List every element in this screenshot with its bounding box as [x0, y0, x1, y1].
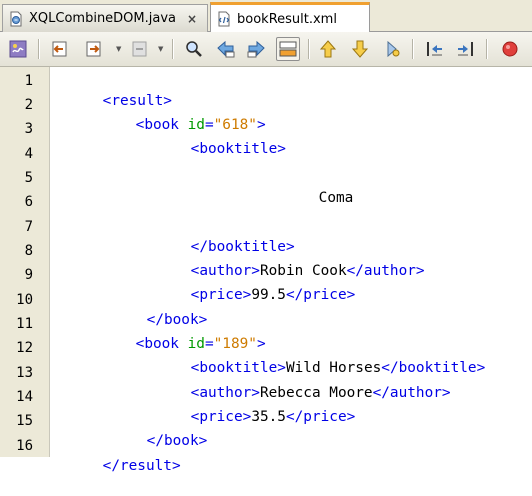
line-number: 15 — [16, 413, 33, 429]
back-icon — [52, 41, 67, 57]
disabled-icon — [132, 41, 147, 57]
previous-bookmark-button[interactable] — [316, 37, 340, 61]
disabled-button[interactable] — [128, 37, 152, 61]
stop-macro-icon — [502, 41, 518, 57]
code-line: Coma — [284, 168, 354, 206]
xml-text: 99.5 — [251, 287, 286, 303]
line-number: 1 — [24, 73, 33, 89]
back-button[interactable] — [48, 37, 72, 61]
find-icon — [186, 41, 202, 57]
line-number: 2 — [24, 97, 33, 113]
editor-tab-bar: XQLCombineDOM.java × bookResult.xml — [0, 0, 532, 33]
code-line: <author>Robin Cook</author> — [156, 241, 425, 279]
tab-bookresult-xml[interactable]: bookResult.xml — [210, 2, 370, 33]
find-previous-icon — [217, 40, 235, 58]
xml-tag: </result> — [102, 458, 181, 474]
xml-tag: </author> — [372, 385, 451, 401]
toggle-bookmark-icon — [387, 40, 400, 58]
forward-button[interactable] — [82, 37, 106, 61]
stop-macro-button[interactable] — [498, 37, 522, 61]
toolbar-separator — [486, 39, 487, 59]
find-button[interactable] — [182, 37, 206, 61]
shift-left-icon — [427, 42, 442, 56]
forward-icon — [86, 41, 101, 57]
line-number: 16 — [16, 438, 33, 454]
toolbar-separator — [38, 39, 39, 59]
code-line: </book> — [112, 290, 208, 328]
xml-text: Coma — [318, 190, 354, 206]
shift-left-button[interactable] — [422, 37, 446, 61]
xml-tag: </author> — [346, 263, 425, 279]
line-number-gutter: 1 2 3 4 5 6 7 8 9 10 11 12 13 14 15 16 — [0, 67, 50, 457]
source-history-button[interactable] — [6, 37, 30, 61]
code-line: </booktitle> — [156, 217, 295, 255]
xml-tag: </price> — [285, 287, 356, 303]
find-previous-button[interactable] — [214, 37, 238, 61]
code-line: <author>Rebecca Moore</author> — [156, 363, 451, 401]
toolbar-separator — [308, 39, 309, 59]
line-number: 10 — [16, 292, 33, 308]
tab-label: bookResult.xml — [237, 11, 337, 27]
find-next-button[interactable] — [244, 37, 268, 61]
code-editor[interactable]: <result> <book id="618"> <booktitle> Com… — [50, 67, 532, 474]
code-line: <price>99.5</price> — [156, 265, 356, 303]
java-file-icon — [10, 11, 22, 26]
chevron-down-icon[interactable]: ▼ — [158, 46, 165, 53]
line-number: 6 — [24, 194, 33, 210]
xml-text: 35.5 — [251, 409, 286, 425]
code-line: <booktitle> — [156, 119, 286, 157]
code-line: </result> — [68, 436, 181, 474]
toggle-highlight-button[interactable] — [276, 37, 300, 61]
find-next-icon — [247, 40, 265, 58]
xml-file-icon — [218, 11, 230, 27]
code-line: <book id="189"> — [101, 314, 266, 352]
line-number: 7 — [24, 219, 33, 235]
toolbar-separator — [412, 39, 413, 59]
line-number: 3 — [24, 121, 33, 137]
toggle-highlight-icon — [279, 41, 297, 57]
source-history-icon — [9, 40, 27, 58]
shift-right-button[interactable] — [454, 37, 478, 61]
xml-tag: </price> — [285, 409, 356, 425]
close-tab-icon[interactable]: × — [187, 12, 199, 26]
chevron-down-icon[interactable]: ▼ — [116, 46, 123, 53]
toggle-bookmark-button[interactable] — [380, 37, 404, 61]
code-line: <result> — [68, 71, 172, 109]
line-number: 5 — [24, 170, 33, 186]
next-bookmark-button[interactable] — [348, 37, 372, 61]
line-number: 4 — [24, 146, 33, 162]
tab-label: XQLCombineDOM.java — [29, 11, 177, 26]
next-bookmark-icon — [351, 40, 369, 58]
line-number: 14 — [16, 389, 33, 405]
line-number: 8 — [24, 243, 33, 259]
line-number: 12 — [16, 340, 33, 356]
shift-right-icon — [458, 42, 473, 56]
code-line: <book id="618"> — [101, 95, 266, 133]
line-number: 13 — [16, 365, 33, 381]
code-line: <price>35.5</price> — [156, 387, 356, 425]
code-line: </book> — [112, 411, 208, 449]
editor-toolbar: ▼ ▼ — [0, 32, 532, 67]
line-number: 11 — [16, 316, 33, 332]
xml-tag: <booktitle> — [190, 141, 286, 157]
line-number: 9 — [24, 267, 33, 283]
code-line: <booktitle>Wild Horses</booktitle> — [156, 338, 486, 376]
previous-bookmark-icon — [319, 40, 337, 58]
toolbar-separator — [172, 39, 173, 59]
tab-xqlcombinedom-java[interactable]: XQLCombineDOM.java × — [2, 4, 208, 32]
